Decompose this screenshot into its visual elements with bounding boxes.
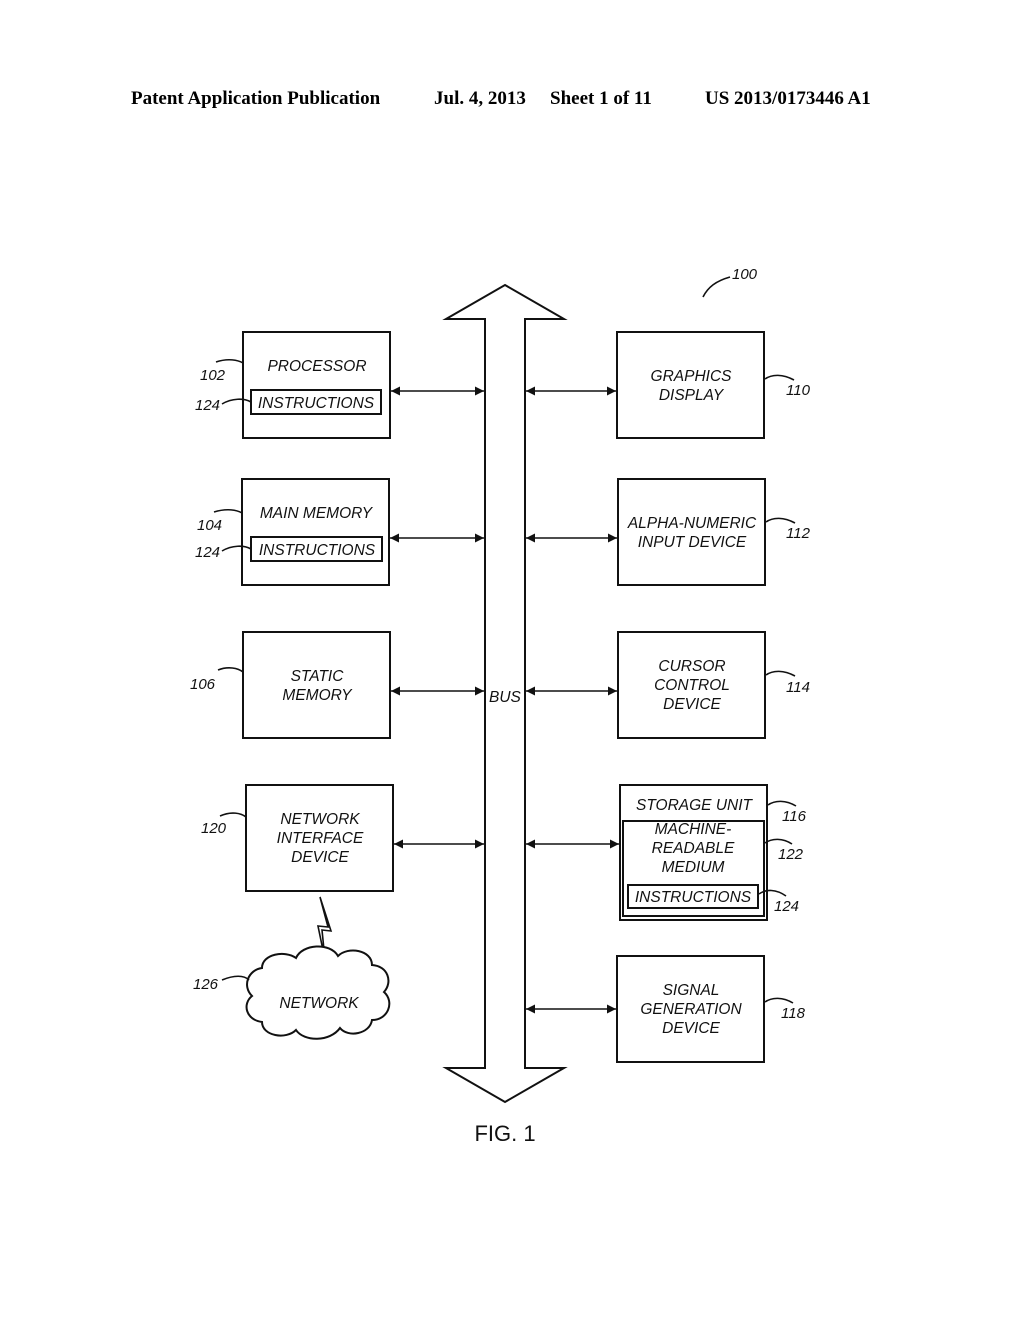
graphics-display-block: GRAPHICS DISPLAY 110 xyxy=(526,331,811,439)
network-interface-label-2: INTERFACE xyxy=(277,830,364,847)
cursor-control-block: CURSOR CONTROL DEVICE 114 xyxy=(526,631,810,739)
static-memory-block: STATIC MEMORY 106 xyxy=(190,631,484,739)
network-cloud: NETWORK 126 xyxy=(193,945,391,1040)
processor-label: PROCESSOR xyxy=(267,358,366,375)
medium-ref: 122 xyxy=(778,846,804,863)
static-memory-label-2: MEMORY xyxy=(282,687,353,704)
network-interface-label-1: NETWORK xyxy=(280,811,360,828)
cloud-icon xyxy=(245,945,391,1040)
static-memory-ref: 106 xyxy=(190,676,216,693)
storage-instructions-label: INSTRUCTIONS xyxy=(635,889,752,906)
main-memory-ref: 104 xyxy=(197,517,222,534)
storage-unit-label: STORAGE UNIT xyxy=(636,797,754,814)
main-memory-block: MAIN MEMORY INSTRUCTIONS 104 124 xyxy=(195,478,484,586)
cursor-control-label-3: DEVICE xyxy=(663,696,721,713)
signal-generation-label-1: SIGNAL xyxy=(663,982,720,999)
network-interface-ref: 120 xyxy=(201,820,227,837)
alpha-numeric-input-block: ALPHA-NUMERIC INPUT DEVICE 112 xyxy=(526,478,811,586)
graphics-display-label-2: DISPLAY xyxy=(659,387,725,404)
storage-unit-block: STORAGE UNIT MACHINE- READABLE MEDIUM IN… xyxy=(526,784,807,921)
processor-block: PROCESSOR INSTRUCTIONS 102 124 xyxy=(195,331,484,439)
network-ref: 126 xyxy=(193,976,219,993)
storage-instructions-ref: 124 xyxy=(774,898,799,915)
medium-label-1: MACHINE- xyxy=(655,821,732,838)
cursor-control-label-1: CURSOR xyxy=(658,658,725,675)
main-memory-instructions-label: INSTRUCTIONS xyxy=(259,542,376,559)
medium-label-2: READABLE xyxy=(652,840,735,857)
system-diagram: 100 BUS PROCESSOR INSTRUCTIONS 102 124 M… xyxy=(190,266,811,1146)
svg-text:100: 100 xyxy=(732,266,758,283)
network-label: NETWORK xyxy=(279,995,359,1012)
cursor-control-ref: 114 xyxy=(786,679,810,696)
bus: BUS xyxy=(442,283,568,1104)
system-ref-100: 100 xyxy=(702,266,758,298)
signal-generation-label-3: DEVICE xyxy=(662,1020,720,1037)
processor-instructions-ref: 124 xyxy=(195,397,220,414)
alpha-numeric-label-1: ALPHA-NUMERIC xyxy=(627,515,757,532)
network-interface-block: NETWORK INTERFACE DEVICE 120 xyxy=(201,784,484,892)
graphics-display-ref: 110 xyxy=(786,382,811,399)
main-memory-label: MAIN MEMORY xyxy=(260,505,374,522)
main-memory-instructions-ref: 124 xyxy=(195,544,220,561)
cursor-control-label-2: CONTROL xyxy=(654,677,730,694)
figure-caption: FIG. 1 xyxy=(474,1121,535,1146)
signal-generation-label-2: GENERATION xyxy=(640,1001,742,1018)
signal-generation-block: SIGNAL GENERATION DEVICE 118 xyxy=(526,955,806,1063)
static-memory-label-1: STATIC xyxy=(291,668,345,685)
alpha-numeric-label-2: INPUT DEVICE xyxy=(638,534,747,551)
processor-instructions-label: INSTRUCTIONS xyxy=(258,395,375,412)
signal-generation-ref: 118 xyxy=(781,1005,806,1022)
medium-label-3: MEDIUM xyxy=(662,859,725,876)
bus-label: BUS xyxy=(489,689,522,706)
network-interface-label-3: DEVICE xyxy=(291,849,349,866)
storage-unit-ref: 116 xyxy=(782,808,807,825)
graphics-display-label-1: GRAPHICS xyxy=(651,368,733,385)
alpha-numeric-ref: 112 xyxy=(786,525,811,542)
processor-ref: 102 xyxy=(200,367,226,384)
